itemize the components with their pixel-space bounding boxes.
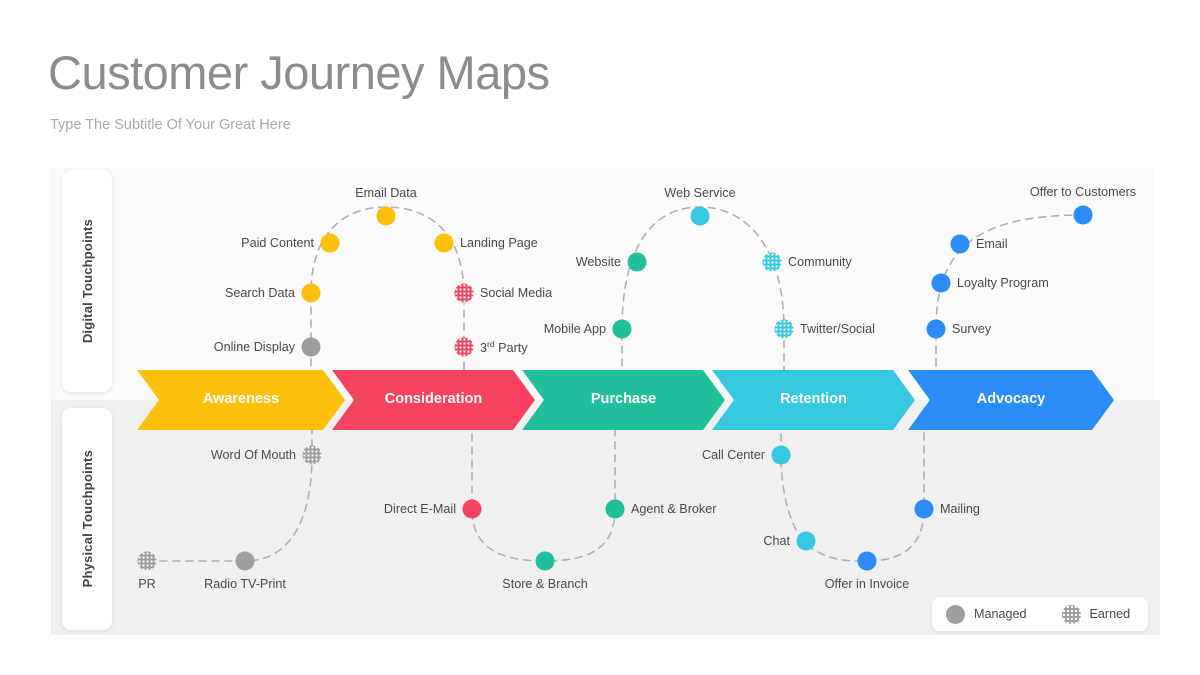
touchpoint-dot-survey[interactable] [926,319,946,339]
touchpoint-label-web-service: Web Service [664,186,736,200]
touchpoint-label-direct-e-mail: Direct E-Mail [383,502,456,516]
legend-earned-dot [1061,604,1081,624]
touchpoint-label-email: Email [976,237,1008,251]
legend: Managed Earned [932,597,1148,631]
touchpoint-label-call-center: Call Center [702,448,765,462]
touchpoint-dot-3rd-party[interactable] [454,337,474,357]
touchpoint-dot-chat[interactable] [796,531,816,551]
touchpoint-label-online-display: Online Display [213,340,295,354]
touchpoint-dot-email[interactable] [950,234,970,254]
touchpoint-dot-store-branch[interactable] [535,551,555,571]
touchpoint-dot-direct-e-mail[interactable] [462,499,482,519]
touchpoint-dot-email-data[interactable] [376,206,396,226]
touchpoint-dot-landing-page[interactable] [434,233,454,253]
journey-arc-4 [471,407,616,562]
journey-arc-3 [146,407,313,562]
journey-arc-1 [621,206,785,393]
touchpoint-label-landing-page: Landing Page [460,236,538,250]
touchpoint-dot-pr[interactable] [137,551,157,571]
touchpoint-dot-offer-in-invoice[interactable] [857,551,877,571]
touchpoint-dot-mobile-app[interactable] [612,319,632,339]
touchpoint-dot-twitter-social[interactable] [774,319,794,339]
touchpoint-dot-website[interactable] [627,252,647,272]
stage-label-purchase[interactable]: Purchase [522,391,725,411]
legend-earned-label: Earned [1089,607,1131,621]
touchpoint-label-website: Website [575,255,621,269]
touchpoint-dot-search-data[interactable] [301,283,321,303]
touchpoint-dot-online-display[interactable] [301,337,321,357]
touchpoint-label-search-data: Search Data [224,286,295,300]
legend-managed-label: Managed [974,607,1027,621]
touchpoint-label-store-branch: Store & Branch [502,577,588,591]
touchpoint-dot-agent-broker[interactable] [605,499,625,519]
stage-label-consideration[interactable]: Consideration [332,391,535,411]
legend-managed-dot [946,604,965,624]
touchpoint-label-chat: Chat [763,534,790,548]
journey-diagram-canvas [137,206,1114,562]
touchpoint-label-offer-in-invoice: Offer in Invoice [824,577,910,591]
touchpoint-label-community: Community [788,255,852,269]
touchpoint-label-loyalty-program: Loyalty Program [957,276,1049,290]
touchpoint-label-offer-to-customers: Offer to Customers [1029,185,1137,199]
touchpoint-dot-paid-content[interactable] [320,233,340,253]
touchpoint-dot-radio-tv-print[interactable] [235,551,255,571]
touchpoint-dot-call-center[interactable] [771,445,791,465]
touchpoint-label-mailing: Mailing [940,502,980,516]
touchpoint-label-twitter-social: Twitter/Social [800,322,875,336]
stage-label-advocacy[interactable]: Advocacy [908,391,1114,411]
touchpoint-dot-mailing[interactable] [914,499,934,519]
touchpoint-label-radio-tv-print: Radio TV-Print [204,577,286,591]
touchpoint-label-mobile-app: Mobile App [543,322,606,336]
touchpoint-label-paid-content: Paid Content [241,236,314,250]
touchpoint-dot-offer-to-customers[interactable] [1073,205,1093,225]
touchpoint-dot-loyalty-program[interactable] [931,273,951,293]
touchpoint-dot-social-media[interactable] [454,283,474,303]
touchpoint-label-agent-broker: Agent & Broker [631,502,717,516]
touchpoint-label-social-media: Social Media [480,286,553,300]
touchpoint-dot-community[interactable] [762,252,782,272]
touchpoint-label-word-of-mouth: Word Of Mouth [210,448,296,462]
touchpoint-label-email-data: Email Data [355,186,417,200]
stage-label-retention[interactable]: Retention [712,391,915,411]
touchpoint-dot-word-of-mouth[interactable] [302,445,322,465]
touchpoint-label-survey: Survey [952,322,992,336]
touchpoint-dot-web-service[interactable] [690,206,710,226]
touchpoint-label-pr: PR [138,577,156,591]
touchpoint-label-3rd-party: 3rd Party [480,338,528,356]
stage-label-awareness[interactable]: Awareness [137,391,345,411]
